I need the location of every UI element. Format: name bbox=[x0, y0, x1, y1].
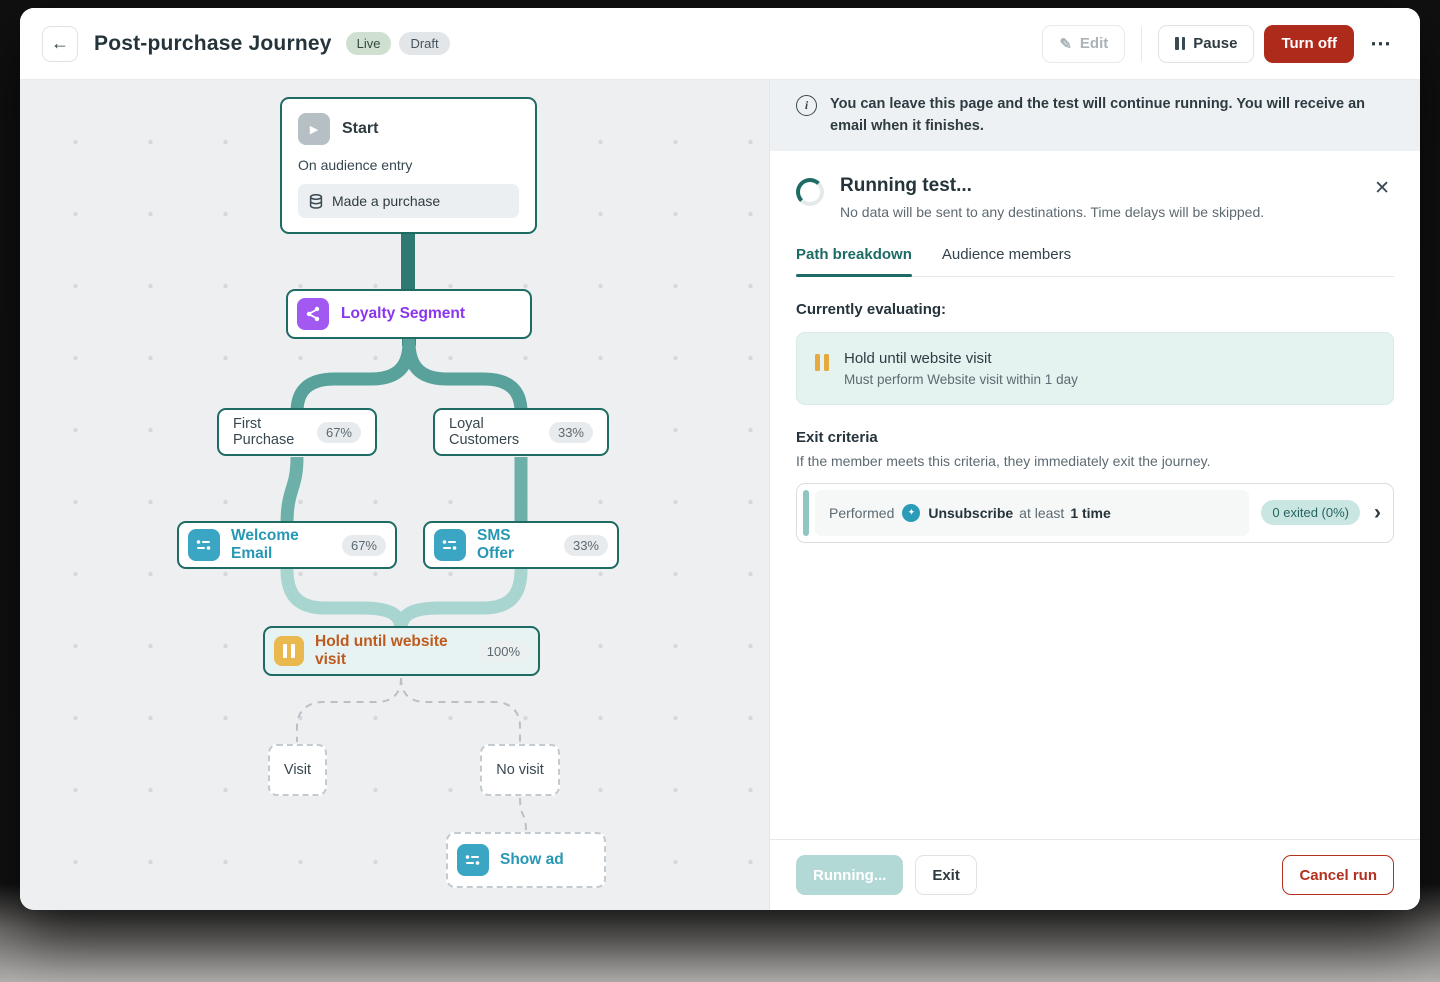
running-test-text: Running test... No data will be sent to … bbox=[840, 175, 1264, 220]
unsubscribe-metric-icon: ✦ bbox=[902, 504, 920, 522]
running-test-title: Running test... bbox=[840, 175, 1264, 197]
show-ad-label: Show ad bbox=[500, 851, 564, 869]
turn-off-button[interactable]: Turn off bbox=[1264, 25, 1354, 63]
node-sms-offer[interactable]: SMS Offer 33% bbox=[423, 521, 619, 569]
ellipsis-icon: ⋯ bbox=[1370, 32, 1392, 55]
status-badge-live: Live bbox=[346, 32, 392, 55]
more-options-button[interactable]: ⋯ bbox=[1364, 31, 1398, 56]
start-trigger-label: Made a purchase bbox=[332, 193, 440, 209]
action-icon bbox=[457, 844, 489, 876]
start-node-title: Start bbox=[342, 120, 378, 138]
spinner-icon bbox=[796, 178, 824, 206]
split-icon bbox=[297, 298, 329, 330]
play-icon: ▶ bbox=[298, 113, 330, 145]
tab-path-breakdown[interactable]: Path breakdown bbox=[796, 246, 912, 276]
edit-label: Edit bbox=[1080, 35, 1108, 52]
currently-evaluating-label: Currently evaluating: bbox=[796, 301, 1394, 318]
exit-criteria-description: If the member meets this criteria, they … bbox=[796, 453, 1394, 469]
info-banner: i You can leave this page and the test w… bbox=[770, 80, 1420, 151]
status-badge-draft: Draft bbox=[399, 32, 449, 55]
header-actions: ✎ Edit Pause Turn off ⋯ bbox=[1042, 25, 1398, 63]
loyal-customers-label: Loyal Customers bbox=[449, 416, 539, 448]
node-no-visit[interactable]: No visit bbox=[480, 744, 560, 796]
running-button[interactable]: Running... bbox=[796, 855, 903, 895]
action-icon bbox=[434, 529, 466, 561]
pencil-icon: ✎ bbox=[1059, 35, 1072, 53]
exit-criteria-right: 0 exited (0%) › bbox=[1249, 490, 1387, 536]
pause-icon bbox=[274, 636, 304, 666]
database-icon bbox=[309, 194, 323, 209]
exit-criteria-title: Exit criteria bbox=[796, 429, 1394, 446]
start-node-subtitle: On audience entry bbox=[298, 157, 519, 173]
edit-button[interactable]: ✎ Edit bbox=[1042, 25, 1125, 63]
evaluating-card-title: Hold until website visit bbox=[844, 350, 1078, 367]
journey-canvas[interactable]: ▶ Start On audience entry Made a purchas… bbox=[20, 80, 770, 910]
start-trigger-pill[interactable]: Made a purchase bbox=[298, 184, 519, 218]
exited-count-badge: 0 exited (0%) bbox=[1261, 500, 1360, 525]
app-window: ← Post-purchase Journey Live Draft ✎ Edi… bbox=[20, 8, 1420, 910]
node-visit[interactable]: Visit bbox=[268, 744, 327, 796]
running-test-header: Running test... No data will be sent to … bbox=[796, 175, 1394, 220]
info-icon: i bbox=[796, 95, 817, 116]
currently-evaluating-card: Hold until website visit Must perform We… bbox=[796, 332, 1394, 405]
back-button[interactable]: ← bbox=[42, 26, 78, 62]
header: ← Post-purchase Journey Live Draft ✎ Edi… bbox=[20, 8, 1420, 80]
main-area: ▶ Start On audience entry Made a purchas… bbox=[20, 80, 1420, 910]
first-purchase-percent: 67% bbox=[317, 422, 361, 443]
action-icon bbox=[188, 529, 220, 561]
node-hold-until-website-visit[interactable]: Hold until website visit 100% bbox=[263, 626, 540, 676]
first-purchase-label: First Purchase bbox=[233, 416, 307, 448]
node-loyal-customers[interactable]: Loyal Customers 33% bbox=[433, 408, 609, 456]
info-banner-text: You can leave this page and the test wil… bbox=[830, 93, 1394, 138]
hold-percent: 100% bbox=[478, 641, 529, 662]
page-title: Post-purchase Journey bbox=[94, 32, 332, 56]
evaluating-card-text: Hold until website visit Must perform We… bbox=[844, 350, 1078, 387]
visit-label: Visit bbox=[284, 762, 311, 778]
exit-criteria-row[interactable]: Performed ✦ Unsubscribe at least 1 time … bbox=[796, 483, 1394, 543]
node-start[interactable]: ▶ Start On audience entry Made a purchas… bbox=[280, 97, 537, 234]
node-welcome-email[interactable]: Welcome Email 67% bbox=[177, 521, 397, 569]
node-loyalty-segment[interactable]: Loyalty Segment bbox=[286, 289, 532, 339]
welcome-email-label: Welcome Email bbox=[231, 527, 321, 563]
at-least-label: at least bbox=[1019, 505, 1064, 521]
performed-label: Performed bbox=[829, 505, 894, 521]
panel-tabs: Path breakdown Audience members bbox=[796, 246, 1394, 277]
pause-label: Pause bbox=[1193, 35, 1237, 52]
node-show-ad[interactable]: Show ad bbox=[446, 832, 606, 888]
pause-icon bbox=[815, 354, 829, 371]
start-node-header: ▶ Start bbox=[298, 113, 519, 145]
close-icon: ✕ bbox=[1374, 178, 1390, 199]
test-panel: i You can leave this page and the test w… bbox=[770, 80, 1420, 910]
loyal-customers-percent: 33% bbox=[549, 422, 593, 443]
node-first-purchase[interactable]: First Purchase 67% bbox=[217, 408, 377, 456]
welcome-email-percent: 67% bbox=[342, 535, 386, 556]
pause-icon bbox=[1175, 37, 1185, 50]
back-arrow-icon: ← bbox=[51, 33, 69, 54]
evaluating-card-subtitle: Must perform Website visit within 1 day bbox=[844, 372, 1078, 387]
times-label: 1 time bbox=[1070, 505, 1110, 521]
sms-offer-percent: 33% bbox=[564, 535, 608, 556]
chevron-right-icon[interactable]: › bbox=[1374, 502, 1381, 523]
close-panel-button[interactable]: ✕ bbox=[1370, 175, 1394, 202]
panel-footer: Running... Exit Cancel run bbox=[770, 839, 1420, 910]
exit-button[interactable]: Exit bbox=[915, 855, 977, 895]
header-divider bbox=[1141, 27, 1142, 61]
sms-offer-label: SMS Offer bbox=[477, 527, 543, 563]
loyalty-segment-label: Loyalty Segment bbox=[341, 305, 465, 323]
running-test-subtitle: No data will be sent to any destinations… bbox=[840, 204, 1264, 220]
panel-body: Running test... No data will be sent to … bbox=[770, 151, 1420, 839]
accent-bar bbox=[803, 490, 809, 536]
exit-criteria-condition: Performed ✦ Unsubscribe at least 1 time bbox=[815, 490, 1249, 536]
no-visit-label: No visit bbox=[496, 762, 544, 778]
pause-button[interactable]: Pause bbox=[1158, 25, 1254, 63]
tab-audience-members[interactable]: Audience members bbox=[942, 246, 1071, 276]
metric-label: Unsubscribe bbox=[928, 505, 1013, 521]
hold-label: Hold until website visit bbox=[315, 633, 463, 669]
cancel-run-button[interactable]: Cancel run bbox=[1282, 855, 1394, 895]
